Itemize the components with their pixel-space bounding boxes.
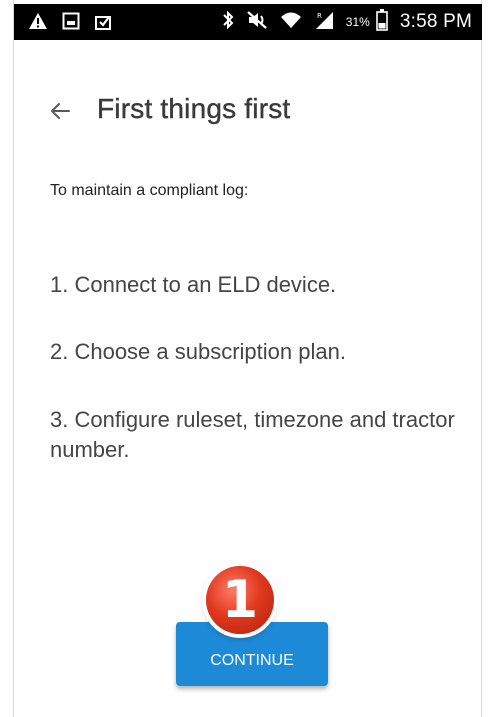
status-time: 3:58 PM [399, 11, 472, 32]
app-screen: R 31% 3:58 PM First things first To main… [0, 0, 488, 717]
battery-icon [376, 8, 388, 36]
device-frame-left [0, 0, 14, 717]
battery-percent: 31% [345, 15, 370, 29]
annotation-badge: 1 [206, 566, 274, 634]
signal-icon: R [314, 10, 334, 35]
mute-icon [246, 10, 268, 35]
bluetooth-icon [222, 10, 234, 35]
step-item: 1. Connect to an ELD device. [50, 272, 337, 297]
back-arrow-icon[interactable] [45, 96, 75, 126]
page-title: First things first [97, 93, 291, 124]
step-item: 2. Choose a subscription plan. [50, 339, 346, 364]
wifi-icon [280, 11, 302, 34]
step-item: 3. Configure ruleset, timezone and tract… [50, 407, 455, 462]
annotation-number: 1 [221, 570, 259, 630]
clipboard-icon [94, 12, 114, 35]
image-icon [62, 12, 80, 35]
svg-text:R: R [317, 12, 322, 20]
intro-text: To maintain a compliant log: [50, 182, 249, 199]
device-frame-right [481, 0, 488, 717]
status-bar: R 31% 3:58 PM [14, 4, 482, 40]
warning-icon [28, 12, 48, 35]
